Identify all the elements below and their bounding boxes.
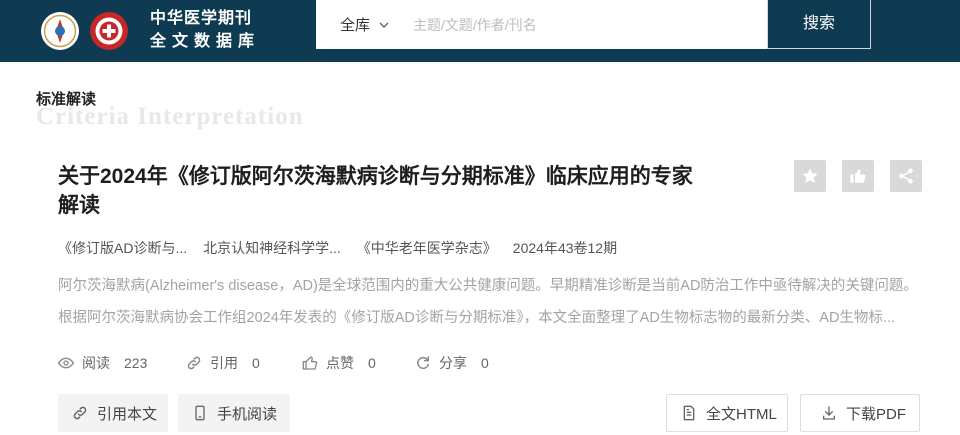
article-abstract: 阿尔茨海默病(Alzheimer's disease，AD)是全球范围内的重大公…	[58, 270, 938, 334]
link-icon	[187, 356, 201, 370]
abstract-line: 阿尔茨海默病(Alzheimer's disease，AD)是全球范围内的重大公…	[58, 278, 918, 294]
search-button[interactable]: 搜索	[767, 0, 871, 49]
association-logo	[41, 12, 79, 50]
article-title: 关于2024年《修订版阿尔茨海默病诊断与分期标准》临床应用的专家解读	[58, 165, 693, 217]
brand-title-line1: 中华医学期刊	[150, 10, 253, 27]
stat-label: 分享	[439, 355, 467, 371]
stat-label: 阅读	[82, 355, 110, 371]
button-label: 全文HTML	[706, 405, 777, 423]
share-button[interactable]	[890, 160, 922, 192]
like-button[interactable]	[842, 160, 874, 192]
meta-journal[interactable]: 《中华老年医学杂志》	[357, 238, 497, 258]
section-title: 标准解读	[36, 91, 97, 108]
meta-author[interactable]: 北京认知神经科学学...	[203, 238, 341, 258]
stat-count: 0	[368, 355, 376, 371]
stat-count: 223	[124, 355, 148, 371]
meta-standard[interactable]: 《修订版AD诊断与...	[58, 238, 187, 258]
article-meta: 《修订版AD诊断与... 北京认知神经科学学... 《中华老年医学杂志》 202…	[58, 238, 617, 258]
publisher-logo	[90, 12, 128, 50]
thumbs-up-icon	[302, 356, 318, 370]
cite-article-button[interactable]: 引用本文	[58, 394, 168, 432]
search-scope-label: 全库	[340, 17, 371, 34]
top-header: 中华医学期刊 全文数据库 全库 搜索	[0, 0, 960, 62]
link-icon	[73, 406, 87, 420]
stat-count: 0	[252, 355, 260, 371]
brand-title-line2: 全文数据库	[150, 33, 261, 50]
mobile-read-button[interactable]: 手机阅读	[178, 394, 290, 432]
stat-label: 引用	[210, 355, 238, 371]
search-input[interactable]	[413, 10, 753, 39]
stat-citations[interactable]: 引用 0	[186, 353, 260, 373]
stat-views: 阅读 223	[58, 353, 147, 373]
stat-shares[interactable]: 分享 0	[415, 353, 489, 373]
button-label: 引用本文	[97, 405, 158, 423]
phone-icon	[195, 405, 205, 421]
share-icon	[417, 356, 430, 369]
document-icon	[683, 405, 695, 421]
search-scope-dropdown[interactable]: 全库	[340, 0, 390, 49]
download-pdf-button[interactable]: 下载PDF	[800, 394, 920, 432]
eye-icon	[58, 357, 74, 369]
star-icon	[802, 168, 818, 183]
button-label: 下载PDF	[846, 405, 907, 423]
meta-issue: 2024年43卷12期	[512, 240, 618, 256]
stat-likes[interactable]: 点赞 0	[302, 353, 376, 373]
thumbs-up-icon	[850, 169, 866, 183]
stat-label: 点赞	[326, 355, 354, 371]
share-icon	[899, 168, 913, 184]
full-text-html-button[interactable]: 全文HTML	[666, 394, 788, 432]
search-bar: 全库	[316, 0, 767, 49]
favorite-button[interactable]	[794, 160, 826, 192]
download-icon	[823, 406, 835, 420]
stat-count: 0	[481, 355, 489, 371]
abstract-line: 根据阿尔茨海默病协会工作组2024年发表的《修订版AD诊断与分期标准》，本文全面…	[58, 310, 896, 326]
chevron-down-icon	[379, 22, 389, 28]
button-label: 手机阅读	[217, 405, 278, 423]
